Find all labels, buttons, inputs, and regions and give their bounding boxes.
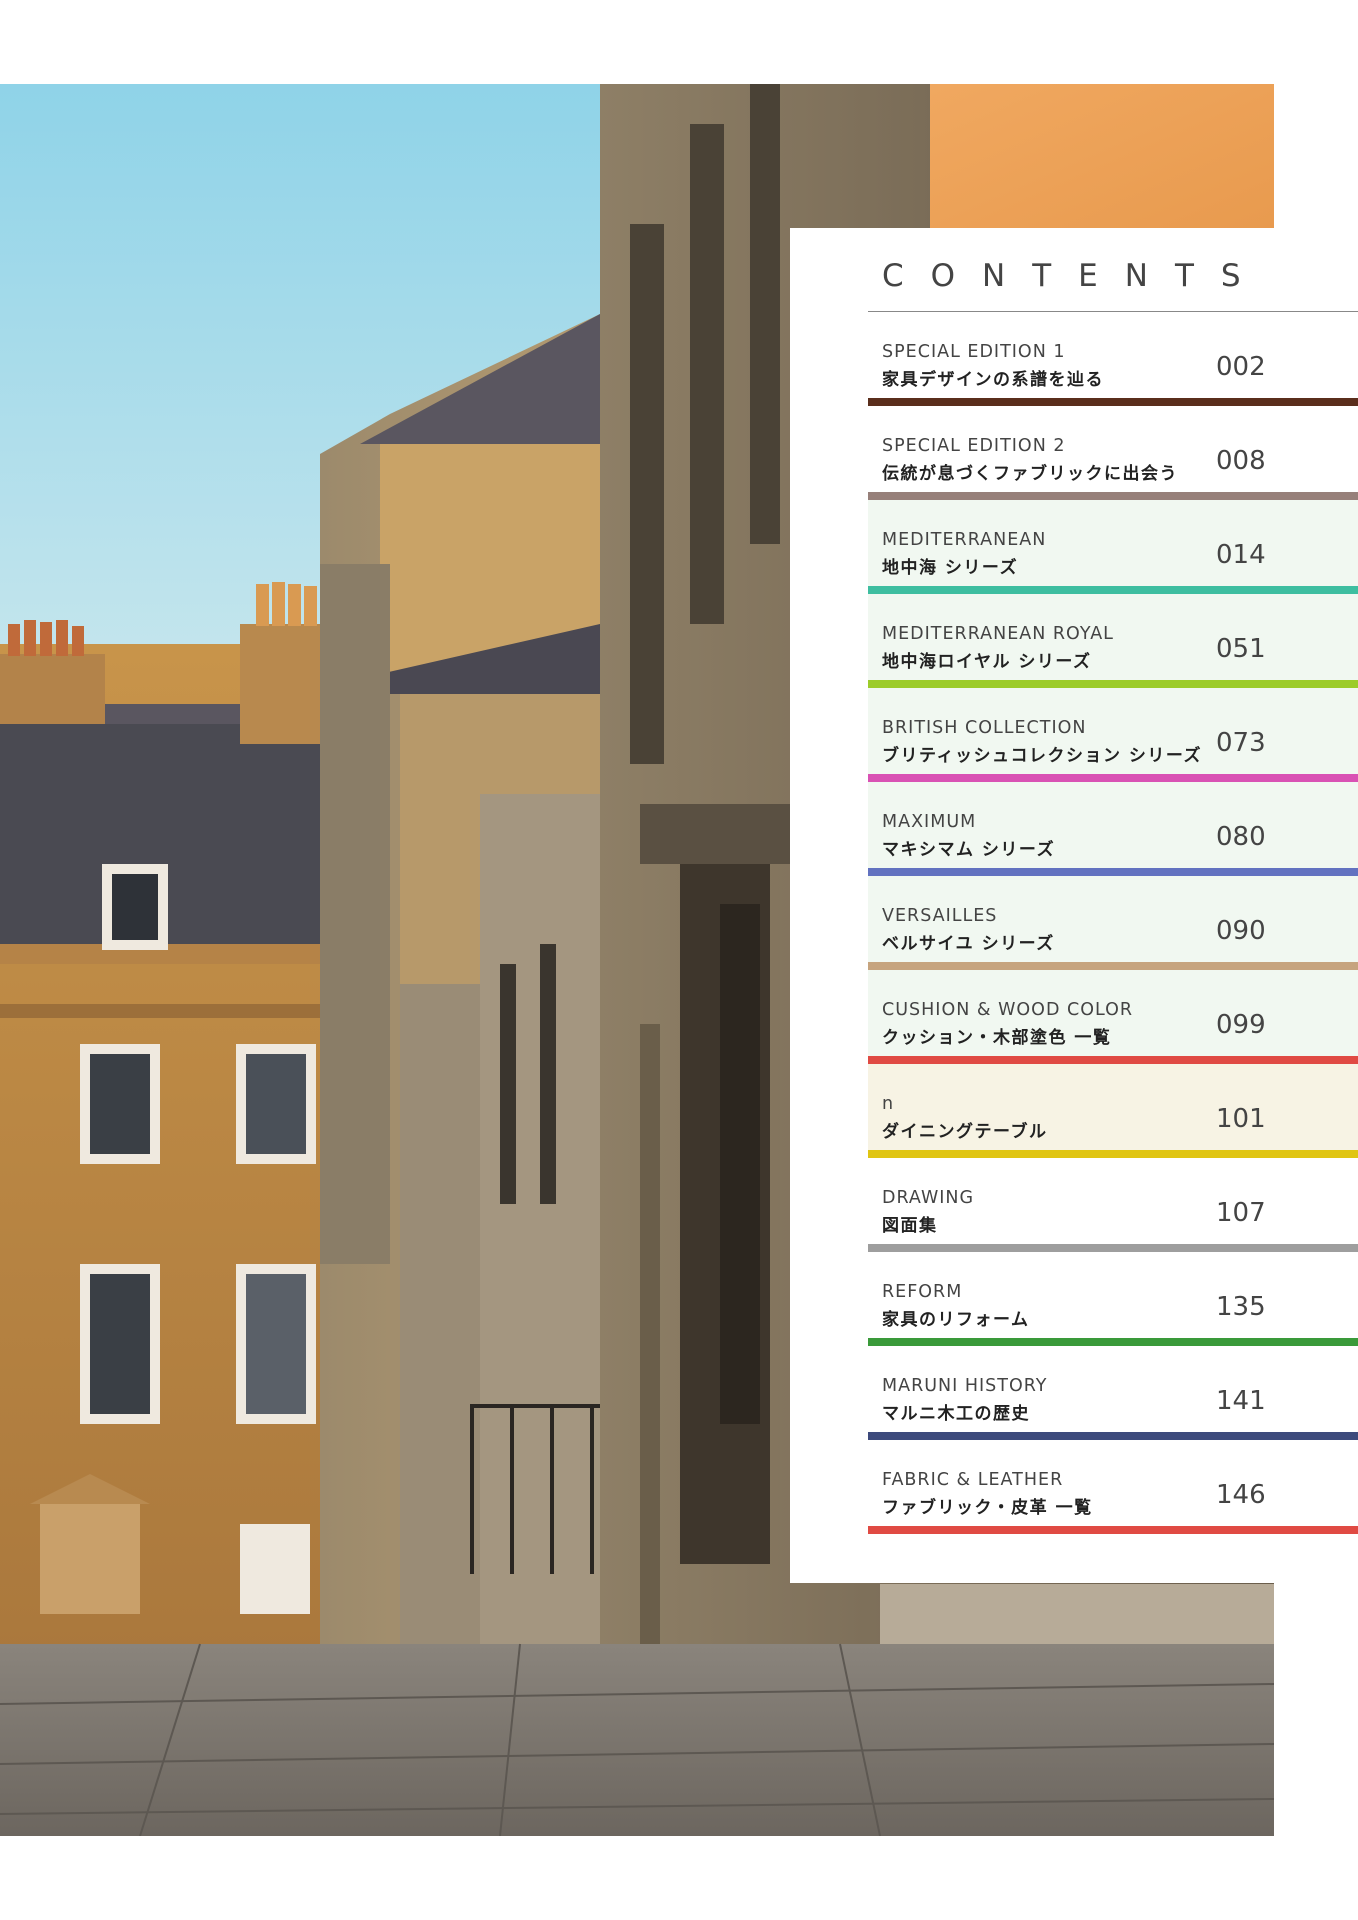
entry-title-en: CUSHION & WOOD COLOR: [882, 1000, 1134, 1020]
entry-color-bar: [868, 1338, 1358, 1346]
entry-title-en: MEDITERRANEAN: [882, 530, 1047, 550]
entry-color-bar: [868, 774, 1358, 782]
entry-title-en: REFORM: [882, 1282, 963, 1302]
entry-page-number: 073: [1216, 728, 1266, 758]
entry-page-number: 107: [1216, 1198, 1266, 1228]
entry-title-en: SPECIAL EDITION 1: [882, 342, 1066, 362]
contents-panel: CONTENTS SPECIAL EDITION 1 家具デザインの系譜を辿る 00…: [790, 228, 1358, 1583]
entry-page-number: 146: [1216, 1480, 1266, 1510]
entry-color-bar: [868, 962, 1358, 970]
contents-entry[interactable]: FABRIC & LEATHER ファブリック・皮革 一覧 146: [868, 1440, 1358, 1534]
entry-title-en: FABRIC & LEATHER: [882, 1470, 1064, 1490]
entry-title-jp: 地中海ロイヤル シリーズ: [882, 652, 1092, 672]
entry-title-jp: 家具のリフォーム: [882, 1310, 1030, 1330]
contents-entry[interactable]: BRITISH COLLECTION ブリティッシュコレクション シリーズ 073: [868, 688, 1358, 782]
entry-title-en: n: [882, 1094, 895, 1114]
entry-color-bar: [868, 492, 1358, 500]
entry-color-bar: [868, 680, 1358, 688]
entry-title-jp: ブリティッシュコレクション シリーズ: [882, 746, 1203, 766]
entry-title-jp: 伝統が息づくファブリックに出会う: [882, 464, 1178, 484]
entry-title-jp: マキシマム シリーズ: [882, 840, 1056, 860]
entry-title-jp: クッション・木部塗色 一覧: [882, 1028, 1112, 1048]
entry-color-bar: [868, 398, 1358, 406]
entry-title-en: MEDITERRANEAN ROYAL: [882, 624, 1114, 644]
contents-entry[interactable]: REFORM 家具のリフォーム 135: [868, 1252, 1358, 1346]
entry-color-bar: [868, 1526, 1358, 1534]
contents-entry[interactable]: DRAWING 図面集 107: [868, 1158, 1358, 1252]
entry-color-bar: [868, 586, 1358, 594]
entry-title-jp: 図面集: [882, 1216, 938, 1236]
entry-title-jp: 地中海 シリーズ: [882, 558, 1019, 578]
entry-page-number: 014: [1216, 540, 1266, 570]
entry-color-bar: [868, 1244, 1358, 1252]
contents-title: CONTENTS: [882, 258, 1268, 294]
entry-title-en: MARUNI HISTORY: [882, 1376, 1048, 1396]
contents-list: SPECIAL EDITION 1 家具デザインの系譜を辿る 002 SPECIAL …: [868, 312, 1358, 1534]
contents-entry[interactable]: SPECIAL EDITION 1 家具デザインの系譜を辿る 002: [868, 312, 1358, 406]
entry-color-bar: [868, 1150, 1358, 1158]
contents-entry[interactable]: n ダイニングテーブル 101: [868, 1064, 1358, 1158]
entry-title-jp: 家具デザインの系譜を辿る: [882, 370, 1104, 390]
entry-page-number: 135: [1216, 1292, 1266, 1322]
entry-title-en: MAXIMUM: [882, 812, 977, 832]
entry-page-number: 080: [1216, 822, 1266, 852]
contents-entry[interactable]: CUSHION & WOOD COLOR クッション・木部塗色 一覧 099: [868, 970, 1358, 1064]
entry-page-number: 002: [1216, 352, 1266, 382]
entry-page-number: 101: [1216, 1104, 1266, 1134]
entry-title-jp: ファブリック・皮革 一覧: [882, 1498, 1093, 1518]
entry-page-number: 090: [1216, 916, 1266, 946]
entry-color-bar: [868, 1056, 1358, 1064]
entry-color-bar: [868, 868, 1358, 876]
entry-page-number: 099: [1216, 1010, 1266, 1040]
entry-title-jp: マルニ木工の歴史: [882, 1404, 1030, 1424]
entry-color-bar: [868, 1432, 1358, 1440]
contents-entry[interactable]: MEDITERRANEAN 地中海 シリーズ 014: [868, 500, 1358, 594]
entry-title-en: SPECIAL EDITION 2: [882, 436, 1066, 456]
entry-title-en: BRITISH COLLECTION: [882, 718, 1087, 738]
entry-title-jp: ベルサイユ シリーズ: [882, 934, 1055, 954]
entry-page-number: 008: [1216, 446, 1266, 476]
entry-title-en: DRAWING: [882, 1188, 975, 1208]
entry-page-number: 051: [1216, 634, 1266, 664]
entry-title-jp: ダイニングテーブル: [882, 1122, 1048, 1142]
entry-page-number: 141: [1216, 1386, 1266, 1416]
contents-entry[interactable]: MAXIMUM マキシマム シリーズ 080: [868, 782, 1358, 876]
entry-title-en: VERSAILLES: [882, 906, 998, 926]
contents-entry[interactable]: VERSAILLES ベルサイユ シリーズ 090: [868, 876, 1358, 970]
contents-entry[interactable]: MEDITERRANEAN ROYAL 地中海ロイヤル シリーズ 051: [868, 594, 1358, 688]
contents-entry[interactable]: MARUNI HISTORY マルニ木工の歴史 141: [868, 1346, 1358, 1440]
contents-entry[interactable]: SPECIAL EDITION 2 伝統が息づくファブリックに出会う 008: [868, 406, 1358, 500]
